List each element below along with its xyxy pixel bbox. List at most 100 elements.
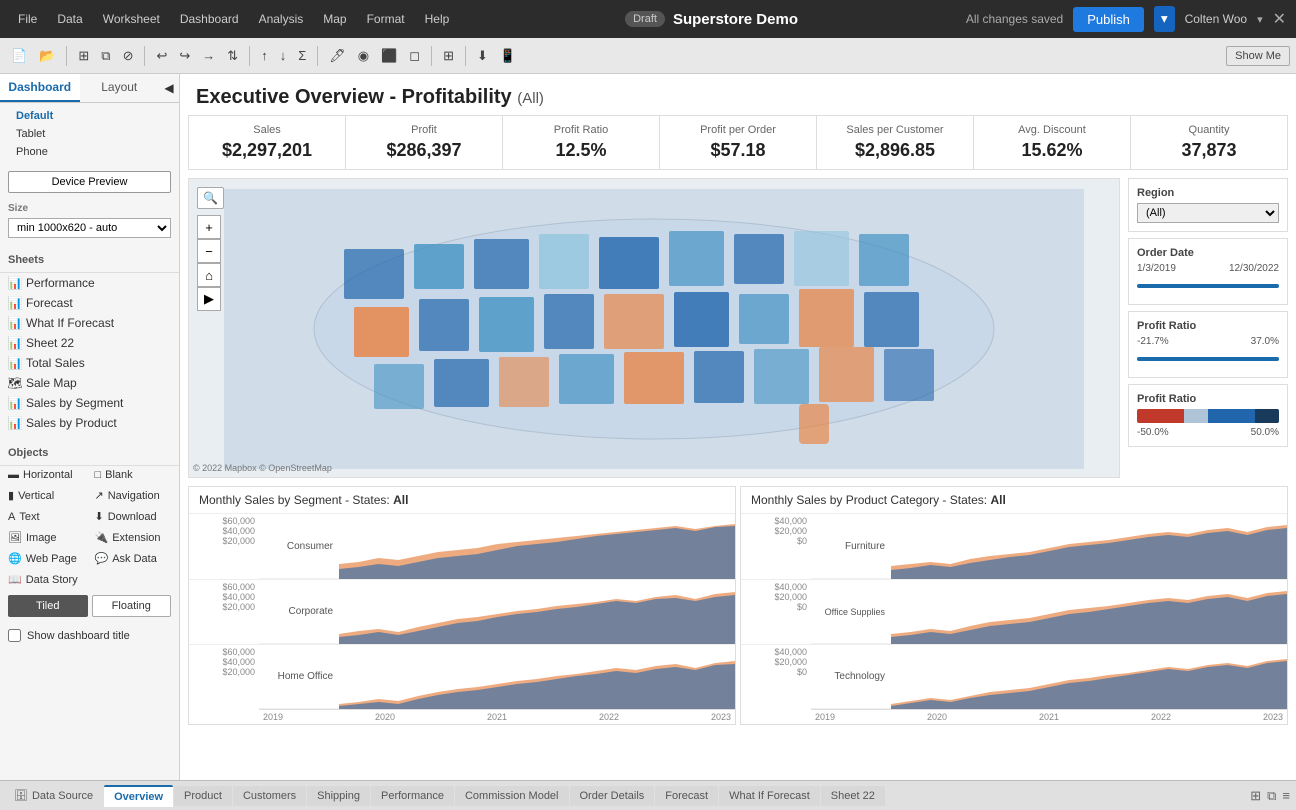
preview-tablet[interactable]: Tablet: [0, 125, 179, 143]
marks-button[interactable]: ◉: [353, 45, 374, 67]
profit-ratio-filter: Profit Ratio -21.7% 37.0%: [1128, 311, 1288, 378]
menu-worksheet[interactable]: Worksheet: [95, 8, 168, 30]
preview-default[interactable]: Default: [0, 107, 179, 125]
homeoffice-chart-svg: [339, 644, 735, 709]
show-title-checkbox[interactable]: [8, 629, 21, 642]
aggregate-button[interactable]: Σ: [293, 45, 311, 66]
date-range-slider[interactable]: [1137, 278, 1279, 294]
sort-desc-button[interactable]: ↓: [275, 45, 292, 66]
obj-datastory[interactable]: 📖 Data Story: [4, 570, 89, 589]
forward-button[interactable]: →: [197, 45, 220, 66]
floating-button[interactable]: Floating: [92, 595, 172, 617]
undo-button[interactable]: ↩: [151, 45, 172, 67]
kpi-row: Sales $2,297,201 Profit $286,397 Profit …: [188, 115, 1288, 170]
sidebar-item-salemap[interactable]: 🗺 Sale Map: [0, 373, 179, 393]
obj-extension[interactable]: 🔌 Extension: [91, 528, 176, 547]
topbar-center: Draft Superstore Demo: [467, 11, 956, 28]
tab-performance[interactable]: Performance: [371, 786, 454, 806]
highlight-button[interactable]: 🖊: [324, 45, 351, 67]
tab-dashboard[interactable]: Dashboard: [0, 74, 80, 102]
duplicate-button[interactable]: ⧉: [96, 45, 115, 67]
menu-help[interactable]: Help: [417, 8, 458, 30]
obj-horizontal[interactable]: ▬ Horizontal: [4, 466, 89, 484]
new-sheet-button[interactable]: ⊞: [1248, 786, 1263, 806]
map-zoom-controls: + − ⌂ ▶: [197, 215, 221, 311]
tab-layout[interactable]: Layout: [80, 74, 160, 102]
device-button[interactable]: 📱: [495, 45, 521, 67]
obj-blank[interactable]: □ Blank: [91, 466, 176, 484]
tab-sheet22[interactable]: Sheet 22: [821, 786, 885, 806]
datasource-tab[interactable]: 🗄 Data Source: [4, 785, 103, 806]
objects-section-header: Objects: [0, 441, 179, 466]
sort-sheets-button[interactable]: ≡: [1280, 786, 1292, 806]
obj-image[interactable]: 🖼 Image: [4, 528, 89, 547]
menu-map[interactable]: Map: [315, 8, 354, 30]
kpi-profit-ratio: Profit Ratio 12.5%: [503, 116, 660, 169]
tab-product[interactable]: Product: [174, 786, 232, 806]
region-select[interactable]: (All): [1137, 203, 1279, 223]
show-me-button[interactable]: Show Me: [1226, 46, 1290, 66]
tab-whatif[interactable]: What If Forecast: [719, 786, 820, 806]
sidebar-collapse-button[interactable]: ◀: [159, 74, 179, 102]
sort-asc-button[interactable]: ↑: [256, 45, 273, 66]
open-button[interactable]: 📂: [34, 45, 60, 67]
tab-overview[interactable]: Overview: [104, 785, 173, 807]
menu-data[interactable]: Data: [49, 8, 90, 30]
download-button[interactable]: ⬇: [472, 45, 493, 67]
publish-dropdown-arrow[interactable]: ▾: [1154, 6, 1175, 32]
obj-webpage[interactable]: 🌐 Web Page: [4, 549, 89, 568]
redo-button[interactable]: ↪: [174, 45, 195, 67]
tiled-button[interactable]: Tiled: [8, 595, 88, 617]
obj-askdata[interactable]: 💬 Ask Data: [91, 549, 176, 568]
sidebar-item-performance[interactable]: 📊 Performance: [0, 273, 179, 293]
obj-vertical[interactable]: ▮ Vertical: [4, 486, 89, 505]
obj-download[interactable]: ⬇ Download: [91, 507, 176, 526]
map-search-button[interactable]: 🔍: [197, 187, 224, 209]
device-preview-button[interactable]: Device Preview: [8, 171, 171, 193]
sidebar-item-salesbyproduct[interactable]: 📊 Sales by Product: [0, 413, 179, 433]
sidebar-item-forecast[interactable]: 📊 Forecast: [0, 293, 179, 313]
tab-shipping[interactable]: Shipping: [307, 786, 370, 806]
left-chart-y-labels: $60,000$40,000$20,000 $60,000$40,000$20,…: [189, 514, 259, 724]
user-name[interactable]: Colten Woo: [1185, 12, 1247, 26]
user-dropdown-icon[interactable]: ▾: [1257, 13, 1263, 26]
view-button[interactable]: ⊞: [438, 45, 459, 67]
consumer-chart: [339, 514, 735, 579]
zoom-out-button[interactable]: −: [197, 239, 221, 263]
close-button[interactable]: ✕: [1273, 9, 1286, 29]
publish-button[interactable]: Publish: [1073, 7, 1144, 32]
tab-forecast[interactable]: Forecast: [655, 786, 718, 806]
obj-text[interactable]: A Text: [4, 507, 89, 526]
duplicate-sheet-button[interactable]: ⧉: [1265, 786, 1278, 806]
show-dashboard-title[interactable]: Show dashboard title: [0, 623, 179, 648]
tab-customers[interactable]: Customers: [233, 786, 306, 806]
size-label: Size: [0, 199, 179, 216]
profit-ratio-slider[interactable]: [1137, 351, 1279, 367]
chart-product-title: Monthly Sales by Product Category - Stat…: [741, 487, 1287, 514]
play-button[interactable]: ▶: [197, 287, 221, 311]
menu-dashboard[interactable]: Dashboard: [172, 8, 247, 30]
zoom-in-button[interactable]: +: [197, 215, 221, 239]
clear-button[interactable]: ⊘: [118, 45, 139, 67]
home-button[interactable]: ⌂: [197, 263, 221, 287]
menu-format[interactable]: Format: [359, 8, 413, 30]
swap-button[interactable]: ⇅: [222, 45, 243, 67]
new-dashboard-button[interactable]: ⊞: [73, 45, 94, 67]
sidebar-item-salesbysegment[interactable]: 📊 Sales by Segment: [0, 393, 179, 413]
new-worksheet-button[interactable]: 📄: [6, 45, 32, 67]
tab-orderdetails[interactable]: Order Details: [570, 786, 655, 806]
sidebar-item-totalsales[interactable]: 📊 Total Sales: [0, 353, 179, 373]
menu-file[interactable]: File: [10, 8, 45, 30]
obj-navigation[interactable]: ↗ Navigation: [91, 486, 176, 505]
chart-segment-title: Monthly Sales by Segment - States: All: [189, 487, 735, 514]
sidebar-item-whatif[interactable]: 📊 What If Forecast: [0, 313, 179, 333]
preview-phone[interactable]: Phone: [0, 143, 179, 161]
fit-button[interactable]: ◻: [404, 45, 425, 67]
sidebar-item-sheet22[interactable]: 📊 Sheet 22: [0, 333, 179, 353]
tab-commission[interactable]: Commission Model: [455, 786, 569, 806]
menu-analysis[interactable]: Analysis: [251, 8, 312, 30]
kpi-profit: Profit $286,397: [346, 116, 503, 169]
size-select[interactable]: min 1000x620 - auto: [8, 218, 171, 238]
datasource-icon: 🗄: [14, 789, 28, 802]
mark-type-button[interactable]: ⬛: [376, 45, 402, 67]
